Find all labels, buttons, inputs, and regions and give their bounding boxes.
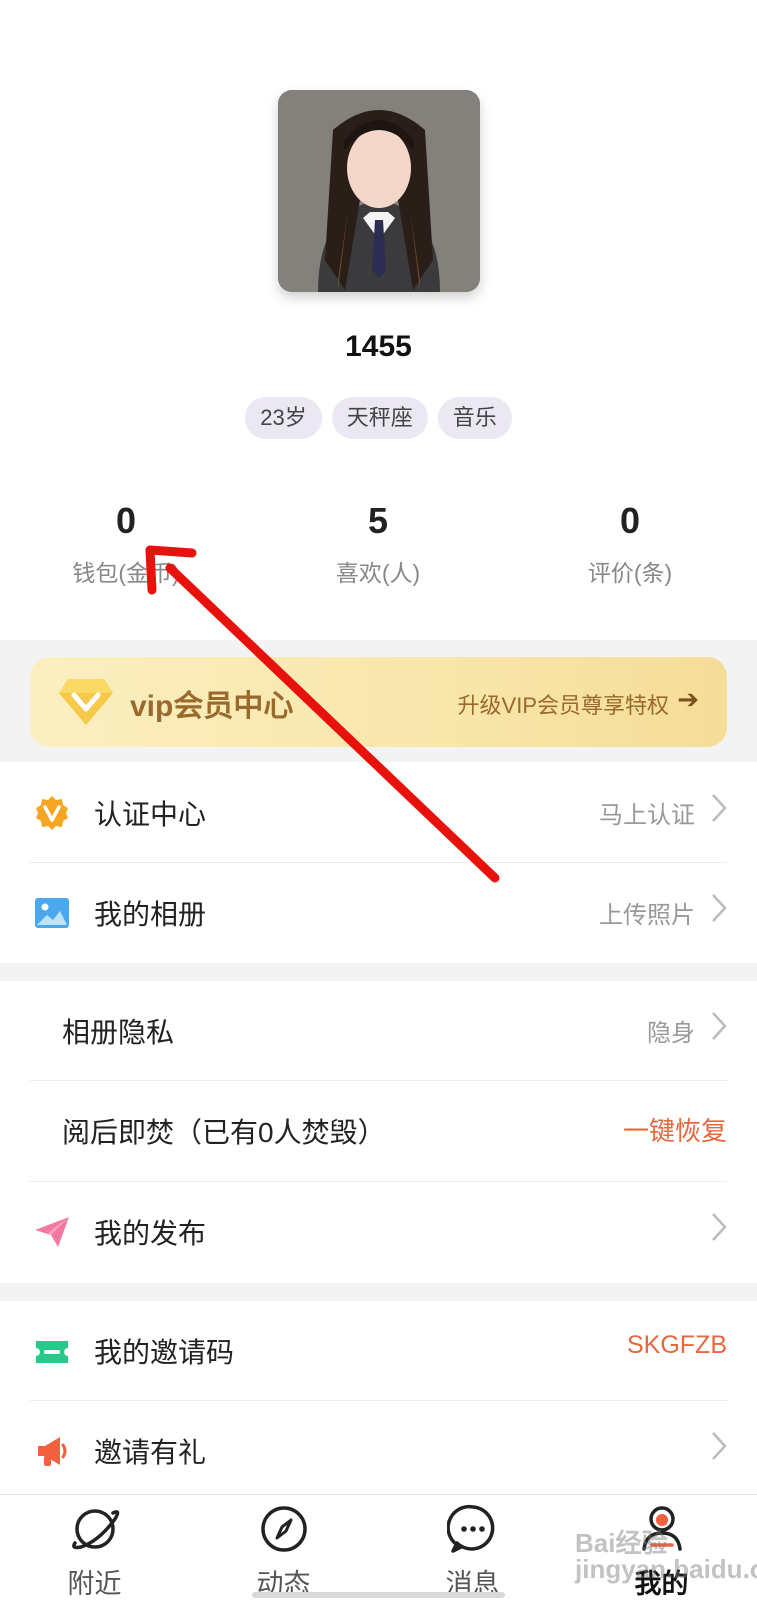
home-indicator <box>252 1592 505 1598</box>
tab-messages[interactable]: 消息 <box>378 1503 567 1601</box>
section-divider <box>0 963 757 981</box>
stat-likes-label: 喜欢(人) <box>335 560 421 586</box>
menu-album-privacy[interactable]: 相册隐私 隐身 <box>0 981 757 1081</box>
menu-verify-label: 认证中心 <box>94 799 207 830</box>
stat-wallet-value: 0 <box>115 500 137 541</box>
tab-nearby-label: 附近 <box>67 1569 122 1599</box>
menu-posts-label: 我的发布 <box>94 1218 207 1249</box>
chevron-right-icon <box>712 794 727 822</box>
diamond-icon <box>59 679 113 725</box>
invite-code-value[interactable]: SKGFZB <box>627 1331 727 1360</box>
menu-verify-center[interactable]: 认证中心 马上认证 <box>0 763 757 863</box>
arrow-right-icon: ➔ <box>677 684 699 714</box>
stat-reviews-value: 0 <box>619 500 641 541</box>
menu-my-album[interactable]: 我的相册 上传照片 <box>0 863 757 963</box>
menu-invite-code[interactable]: 我的邀请码 SKGFZB <box>0 1301 757 1401</box>
stat-reviews[interactable]: 0 评价(条) <box>504 500 756 588</box>
profile-avatar[interactable] <box>278 90 480 292</box>
stat-reviews-label: 评价(条) <box>587 560 673 586</box>
chevron-right-icon <box>712 1012 727 1040</box>
megaphone-icon <box>38 1437 67 1466</box>
menu-burn-label: 阅后即焚（已有0人焚毁） <box>62 1117 386 1148</box>
stat-wallet[interactable]: 0 钱包(金币) <box>0 500 252 588</box>
photo-icon <box>35 898 69 928</box>
tag-zodiac: 天秤座 <box>331 397 428 439</box>
watermark: Bai经验 jingyan.baidu.com <box>575 1528 757 1584</box>
send-icon <box>35 1217 69 1247</box>
menu-privacy-value: 隐身 <box>647 1020 695 1047</box>
stat-wallet-label: 钱包(金币) <box>72 560 180 586</box>
menu-verify-action: 马上认证 <box>599 802 695 829</box>
avatar-photo <box>278 90 480 292</box>
menu-burn-after-read[interactable]: 阅后即焚（已有0人焚毁） 一键恢复 <box>0 1081 757 1181</box>
menu-invite-gift[interactable]: 邀请有礼 <box>0 1401 757 1501</box>
chevron-right-icon <box>712 894 727 922</box>
profile-tags: 23岁 天秤座 音乐 <box>0 397 757 439</box>
stat-likes[interactable]: 5 喜欢(人) <box>252 500 504 588</box>
menu-my-posts[interactable]: 我的发布 <box>0 1182 757 1282</box>
vip-banner[interactable]: vip会员中心 升级VIP会员尊享特权 ➔ <box>30 657 727 747</box>
stat-likes-value: 5 <box>367 500 389 541</box>
ticket-icon <box>36 1341 68 1363</box>
chevron-right-icon <box>712 1432 727 1460</box>
menu-invite-code-label: 我的邀请码 <box>94 1337 235 1368</box>
planet-icon <box>71 1509 119 1550</box>
tag-interest: 音乐 <box>437 397 512 439</box>
vip-subtitle: 升级VIP会员尊享特权 <box>457 693 669 718</box>
tag-age: 23岁 <box>245 397 322 439</box>
tab-nearby[interactable]: 附近 <box>0 1503 189 1601</box>
menu-invite-gift-label: 邀请有礼 <box>94 1437 207 1468</box>
menu-album-label: 我的相册 <box>94 899 207 930</box>
vip-title: vip会员中心 <box>130 690 294 723</box>
tab-moments[interactable]: 动态 <box>189 1503 378 1601</box>
username: 1455 <box>345 330 412 363</box>
restore-button[interactable]: 一键恢复 <box>623 1111 727 1148</box>
chat-icon <box>445 1504 494 1553</box>
menu-album-action: 上传照片 <box>599 902 695 929</box>
compass-icon <box>260 1506 307 1552</box>
menu-privacy-label: 相册隐私 <box>62 1017 175 1048</box>
verified-badge-icon <box>36 796 68 830</box>
chevron-right-icon <box>712 1213 727 1241</box>
section-divider <box>0 1283 757 1301</box>
